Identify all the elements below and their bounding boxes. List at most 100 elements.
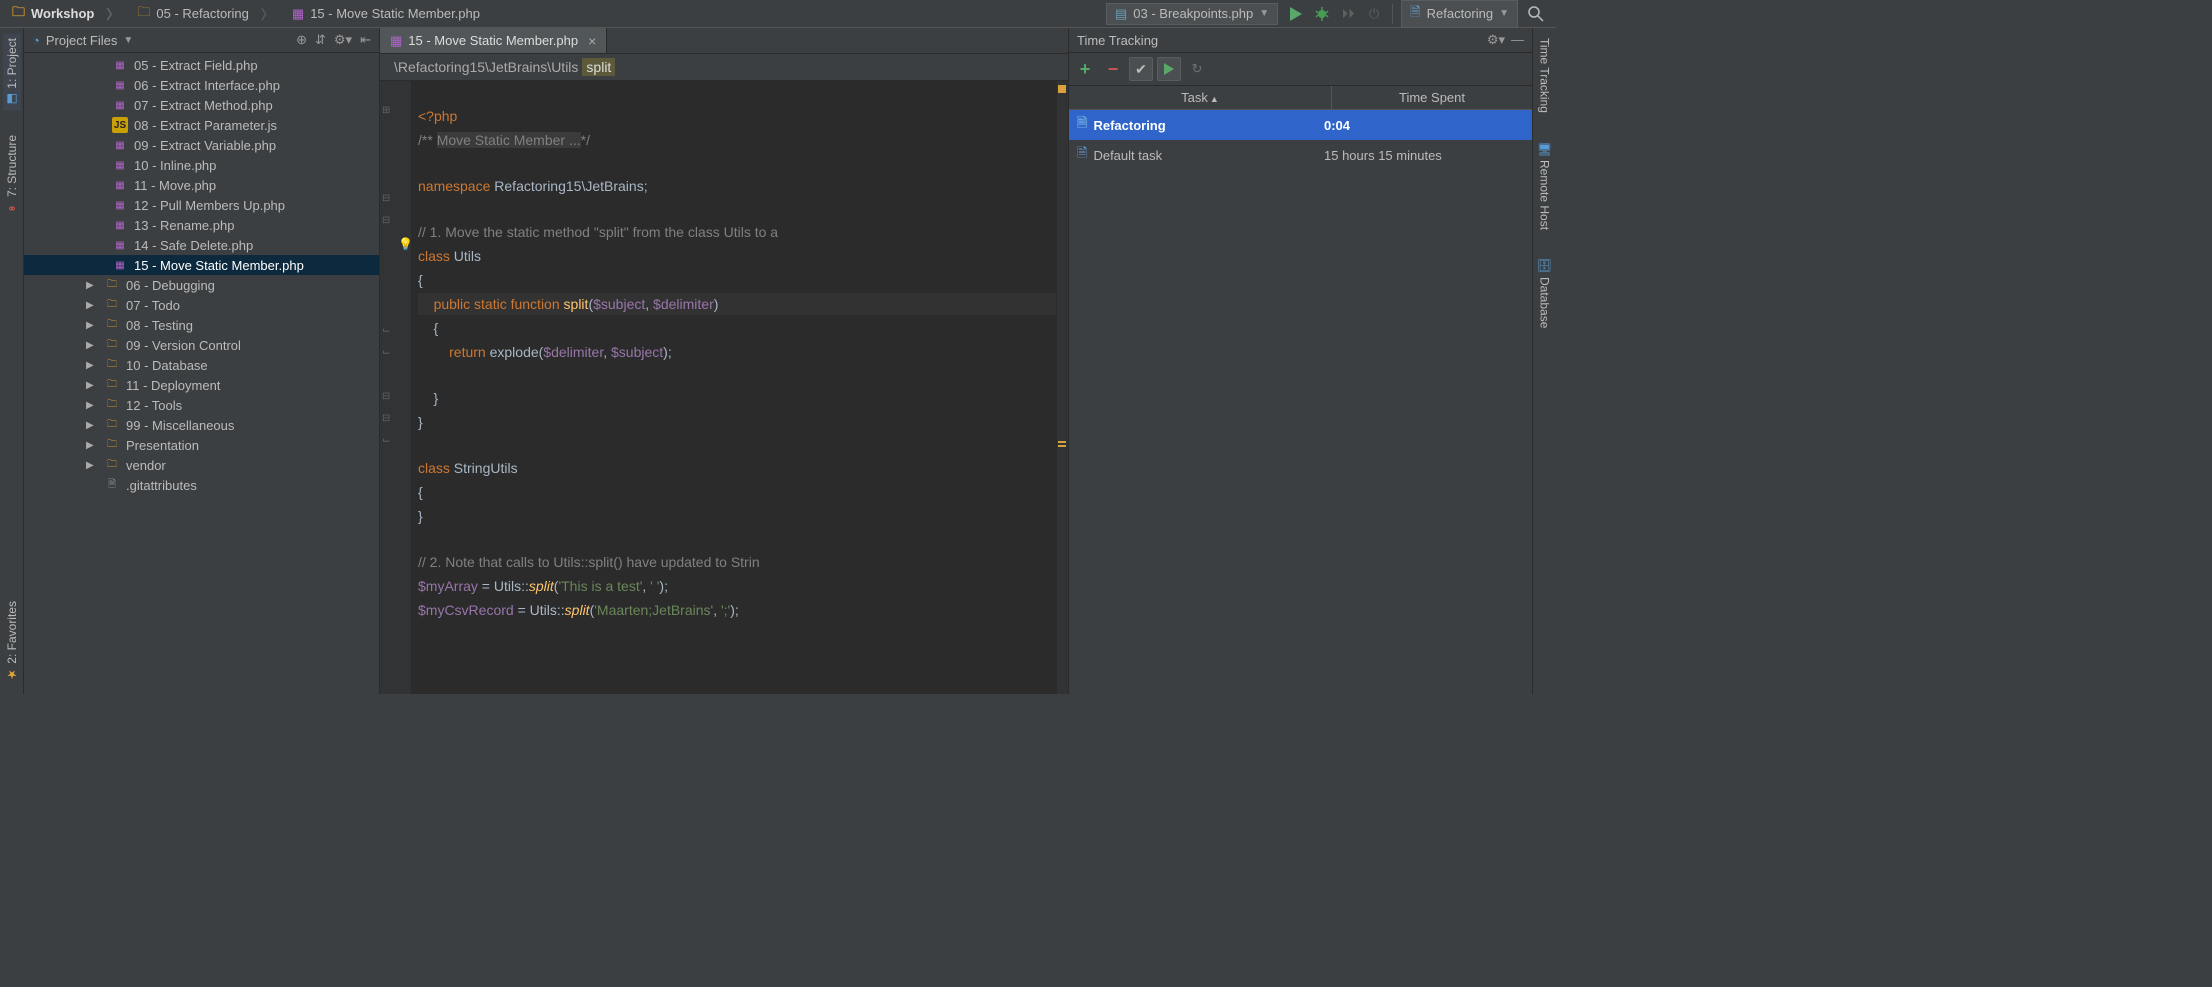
expand-icon[interactable]: ▶ [86, 280, 98, 291]
editor-tabs: ▦ 15 - Move Static Member.php × [380, 28, 1068, 54]
tree-folder[interactable]: ▶🗀08 - Testing [24, 315, 379, 335]
intention-bulb-icon[interactable]: 💡 [398, 237, 413, 251]
gutter[interactable]: ⊞ ⊟ ⊟ 💡 ⌙ ⌙ ⊟ ⊟ ⌙ [380, 81, 412, 694]
fold-collapse-icon[interactable]: ⊟ [382, 413, 390, 424]
tree-file[interactable]: ▦15 - Move Static Member.php [24, 255, 379, 275]
editor-tab[interactable]: ▦ 15 - Move Static Member.php × [380, 28, 607, 53]
tree-folder[interactable]: ▶🗀09 - Version Control [24, 335, 379, 355]
editor-breadcrumb[interactable]: \Refactoring15\JetBrains\Utils split [380, 54, 1068, 81]
structure-tool-tab[interactable]: ⚭ 7: Structure [3, 131, 21, 219]
tree-folder[interactable]: ▶🗀12 - Tools [24, 395, 379, 415]
tree-file[interactable]: ▦09 - Extract Variable.php [24, 135, 379, 155]
task-selector[interactable]: 🗎 Refactoring ▼ [1401, 0, 1518, 28]
star-icon: ★ [5, 668, 19, 682]
fold-end-icon[interactable]: ⌙ [382, 325, 390, 336]
fold-expand-icon[interactable]: ⊞ [382, 105, 390, 116]
refresh-button[interactable]: ↻ [1185, 57, 1209, 81]
collapse-all-button[interactable]: ⇵ [315, 32, 326, 48]
hide-button[interactable]: ⇤ [360, 32, 371, 48]
fold-end-icon[interactable]: ⌙ [382, 435, 390, 446]
time-row[interactable]: 🗎Default task15 hours 15 minutes [1069, 140, 1532, 170]
run-with-coverage-button[interactable]: ⏵⏵ [1340, 6, 1356, 22]
tree-file-label: 05 - Extract Field.php [134, 58, 258, 73]
fold-collapse-icon[interactable]: ⊟ [382, 391, 390, 402]
expand-icon[interactable]: ▶ [86, 440, 98, 451]
stop-button[interactable]: ⏻ [1366, 6, 1382, 22]
tree-file[interactable]: 🗎.gitattributes [24, 475, 379, 495]
tree-file[interactable]: ▦13 - Rename.php [24, 215, 379, 235]
tree-file[interactable]: JS08 - Extract Parameter.js [24, 115, 379, 135]
expand-icon[interactable]: ▶ [86, 340, 98, 351]
run-configuration-selector[interactable]: ▤ 03 - Breakpoints.php ▼ [1106, 3, 1278, 25]
tree-folder-label: 99 - Miscellaneous [126, 418, 234, 433]
col-time[interactable]: Time Spent [1332, 86, 1532, 109]
apply-button[interactable]: ✔ [1129, 57, 1153, 81]
search-everywhere-button[interactable] [1520, 6, 1552, 22]
database-icon: 🗄 [1538, 258, 1552, 273]
tree-folder[interactable]: ▶🗀10 - Database [24, 355, 379, 375]
expand-icon[interactable]: ▶ [86, 380, 98, 391]
fold-collapse-icon[interactable]: ⊟ [382, 215, 390, 226]
expand-icon[interactable]: ▶ [86, 360, 98, 371]
project-view-selector[interactable]: Project Files ▼ [46, 33, 290, 48]
col-task[interactable]: Task▲ [1069, 86, 1332, 109]
marker-bar[interactable] [1056, 81, 1068, 694]
php-file-icon: ▦ [112, 197, 128, 213]
database-tool-tab[interactable]: 🗄 Database [1536, 254, 1554, 333]
remote-host-tab-label: Remote Host [1538, 160, 1552, 230]
close-tab-button[interactable]: × [588, 33, 596, 49]
folder-icon: 🗀 [104, 277, 120, 293]
tree-folder[interactable]: ▶🗀Presentation [24, 435, 379, 455]
project-tool-tab[interactable]: ◨ 1: Project [3, 34, 21, 111]
remove-button[interactable]: − [1101, 57, 1125, 81]
favorites-tab-label: 2: Favorites [5, 601, 19, 664]
tree-file[interactable]: ▦05 - Extract Field.php [24, 55, 379, 75]
hide-button[interactable]: — [1511, 32, 1524, 48]
expand-icon[interactable]: ▶ [86, 320, 98, 331]
time-tracking-toolbar: + − ✔ ↻ [1069, 53, 1532, 86]
chevron-right-icon: 〉 [106, 4, 119, 23]
breadcrumb-root[interactable]: 🗀 Workshop 〉 [4, 1, 127, 27]
tree-file-label: 11 - Move.php [134, 178, 216, 193]
tree-file[interactable]: ▦14 - Safe Delete.php [24, 235, 379, 255]
expand-icon[interactable]: ▶ [86, 400, 98, 411]
settings-button[interactable]: ⚙▾ [334, 32, 352, 48]
time-table-header: Task▲ Time Spent [1069, 86, 1532, 110]
tree-file[interactable]: ▦12 - Pull Members Up.php [24, 195, 379, 215]
warning-marker[interactable] [1058, 441, 1066, 443]
tree-folder[interactable]: ▶🗀07 - Todo [24, 295, 379, 315]
expand-icon[interactable]: ▶ [86, 420, 98, 431]
breadcrumb-namespace[interactable]: \Refactoring15\JetBrains\Utils [390, 58, 582, 76]
start-timer-button[interactable] [1157, 57, 1181, 81]
tree-folder[interactable]: ▶🗀vendor [24, 455, 379, 475]
expand-icon[interactable]: ▶ [86, 460, 98, 471]
breadcrumb-file[interactable]: ▦ 15 - Move Static Member.php [284, 4, 488, 24]
settings-button[interactable]: ⚙▾ [1487, 32, 1505, 48]
tree-file[interactable]: ▦10 - Inline.php [24, 155, 379, 175]
breadcrumb-function[interactable]: split [582, 58, 615, 76]
add-button[interactable]: + [1073, 57, 1097, 81]
tree-folder[interactable]: ▶🗀06 - Debugging [24, 275, 379, 295]
project-tree[interactable]: ▦05 - Extract Field.php▦06 - Extract Int… [24, 53, 379, 694]
remote-host-tool-tab[interactable]: 🖥 Remote Host [1536, 137, 1554, 234]
warning-marker[interactable] [1058, 445, 1066, 447]
tree-file[interactable]: ▦06 - Extract Interface.php [24, 75, 379, 95]
structure-tab-label: 7: Structure [5, 135, 19, 197]
inspection-status-icon[interactable] [1058, 85, 1066, 93]
time-row[interactable]: 🗎Refactoring0:04 [1069, 110, 1532, 140]
locate-button[interactable]: ⊕ [296, 32, 307, 48]
fold-collapse-icon[interactable]: ⊟ [382, 193, 390, 204]
project-view-label: Project Files [46, 33, 118, 48]
fold-end-icon[interactable]: ⌙ [382, 347, 390, 358]
run-button[interactable] [1288, 6, 1304, 22]
favorites-tool-tab[interactable]: ★ 2: Favorites [3, 597, 21, 686]
tree-file[interactable]: ▦11 - Move.php [24, 175, 379, 195]
tree-folder[interactable]: ▶🗀11 - Deployment [24, 375, 379, 395]
breadcrumb-folder[interactable]: 🗀 05 - Refactoring 〉 [129, 1, 282, 27]
debug-button[interactable] [1314, 6, 1330, 22]
tree-file[interactable]: ▦07 - Extract Method.php [24, 95, 379, 115]
code-area[interactable]: <?php /** Move Static Member ...*/ names… [412, 81, 1056, 694]
expand-icon[interactable]: ▶ [86, 300, 98, 311]
time-tracking-tool-tab[interactable]: Time Tracking [1536, 34, 1554, 117]
tree-folder[interactable]: ▶🗀99 - Miscellaneous [24, 415, 379, 435]
